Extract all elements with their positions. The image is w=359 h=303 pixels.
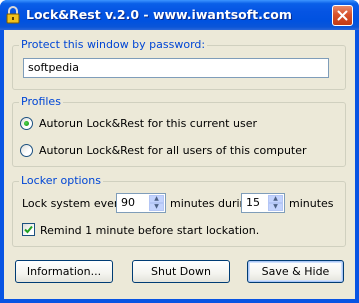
profiles-group-label: Profiles <box>19 95 63 108</box>
shut-down-button[interactable]: Shut Down <box>132 260 230 283</box>
lock-interval-spinner[interactable]: 90 ▲ ▼ <box>116 193 166 213</box>
lock-every-label: Lock system every <box>22 197 125 210</box>
title-bar[interactable]: Lock&Rest v.2.0 - www.iwantsoft.com <box>0 0 359 30</box>
password-group-label: Protect this window by password: <box>19 38 208 51</box>
lock-duration-value[interactable]: 15 <box>246 196 260 209</box>
close-icon <box>337 10 348 21</box>
spin-down-icon[interactable]: ▼ <box>149 203 164 211</box>
spin-down-icon[interactable]: ▼ <box>268 203 283 211</box>
locker-options-group-label: Locker options <box>19 174 103 187</box>
password-input[interactable]: softpedia <box>23 58 329 78</box>
remind-checkbox[interactable] <box>22 223 35 236</box>
window-bottom-border <box>0 299 359 303</box>
information-button[interactable]: Information... <box>15 260 113 283</box>
checkmark-icon <box>24 225 33 234</box>
app-window: Lock&Rest v.2.0 - www.iwantsoft.com Prot… <box>0 0 359 303</box>
dialog-body: Protect this window by password: softped… <box>4 30 355 299</box>
radio-selected-dot <box>24 121 29 126</box>
radio-current-user[interactable] <box>20 117 33 130</box>
lock-duration-arrows[interactable]: ▲ ▼ <box>268 195 283 211</box>
spin-up-icon[interactable]: ▲ <box>268 195 283 203</box>
close-button[interactable] <box>332 5 353 26</box>
spin-up-icon[interactable]: ▲ <box>149 195 164 203</box>
radio-all-users[interactable] <box>20 144 33 157</box>
lock-duration-spinner[interactable]: 15 ▲ ▼ <box>241 193 285 213</box>
locker-options-group: Locker options <box>12 174 346 247</box>
window-title: Lock&Rest v.2.0 - www.iwantsoft.com <box>26 7 292 22</box>
lock-interval-arrows[interactable]: ▲ ▼ <box>149 195 164 211</box>
padlock-icon <box>6 6 20 24</box>
profiles-group: Profiles <box>12 95 346 167</box>
minutes-label: minutes <box>289 197 334 210</box>
lock-interval-value[interactable]: 90 <box>121 196 135 209</box>
radio-all-users-label[interactable]: Autorun Lock&Rest for all users of this … <box>39 144 307 157</box>
save-hide-button[interactable]: Save & Hide <box>247 260 344 283</box>
remind-label[interactable]: Remind 1 minute before start lockation. <box>40 224 259 237</box>
radio-current-user-label[interactable]: Autorun Lock&Rest for this current user <box>39 117 257 130</box>
